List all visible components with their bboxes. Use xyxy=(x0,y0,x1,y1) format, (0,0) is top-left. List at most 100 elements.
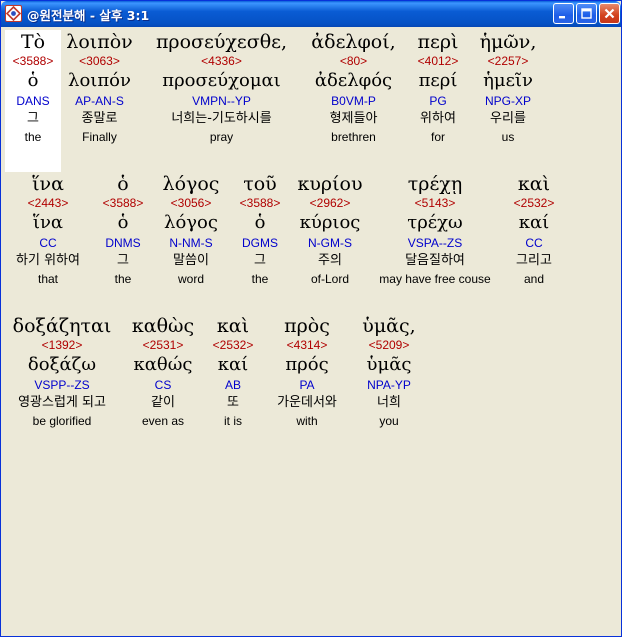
greek-word: καὶ xyxy=(216,315,250,337)
greek-lemma: ἵνα xyxy=(32,212,64,233)
strong-number: <5209> xyxy=(368,338,410,352)
korean-gloss: 영광스럽게 되고 xyxy=(18,395,106,410)
word-column[interactable]: ἵνα <2443> ἵνα CC 하기 위하여 that xyxy=(5,172,91,289)
greek-word: ἀδελφοί, xyxy=(311,31,396,53)
greek-word: κυρίου xyxy=(297,173,363,195)
word-column[interactable]: ὑμᾶς, <5209> ὑμᾶς NPA-YP 너희 you xyxy=(354,314,424,431)
word-column[interactable]: λόγος <3056> λόγος N-NM-S 말씀이 word xyxy=(157,172,225,289)
interlinear-panel: Τὸ <3588> ὁ DANS 그 the λοιπὸν <3063> λοι… xyxy=(4,30,618,634)
english-gloss: be glorified xyxy=(32,414,92,428)
parsing-code: VMPN--YP xyxy=(192,94,251,108)
greek-lemma: καθώς xyxy=(133,354,193,375)
greek-lemma: περί xyxy=(418,70,458,91)
close-button[interactable] xyxy=(599,3,620,24)
word-column[interactable]: τρέχῃ <5143> τρέχω VSPA--ZS 달음질하여 may ha… xyxy=(374,172,496,289)
greek-word: τοῦ xyxy=(243,173,277,195)
strong-number: <4336> xyxy=(201,54,242,68)
word-column[interactable]: κυρίου <2962> κύριος N-GM-S 주의 of-Lord xyxy=(291,172,369,289)
parsing-code: CC xyxy=(39,236,57,250)
greek-word: καὶ xyxy=(517,173,551,195)
strong-number: <4012> xyxy=(417,54,459,68)
greek-word: προσεύχεσθε, xyxy=(155,31,288,53)
parsing-code: B0VM-P xyxy=(331,94,376,108)
word-column[interactable]: τοῦ <3588> ὁ DGMS 그 the xyxy=(232,172,288,289)
word-column[interactable]: ἡμῶν, <2257> ἡμεῖν NPG-XP 우리를 us xyxy=(472,30,544,147)
maximize-icon xyxy=(581,8,592,19)
word-column[interactable]: πρὸς <4314> πρός PA 가운데서와 with xyxy=(266,314,348,431)
strong-number: <2531> xyxy=(142,338,184,352)
word-column[interactable]: λοιπὸν <3063> λοιπόν AP-AN-S 종말로 Finally xyxy=(61,30,138,147)
greek-lemma: ὁ xyxy=(254,212,266,233)
greek-word: περὶ xyxy=(417,31,459,53)
greek-lemma: ἡμεῖν xyxy=(483,70,533,91)
greek-word: πρὸς xyxy=(284,315,330,337)
greek-lemma: καί xyxy=(217,354,249,375)
korean-gloss: 너희는-기도하시를 xyxy=(171,111,272,126)
strong-number: <2962> xyxy=(309,196,351,210)
korean-gloss: 그리고 xyxy=(516,253,552,268)
word-column[interactable]: καὶ <2532> καί AB 또 it is xyxy=(207,314,259,431)
greek-word: τρέχῃ xyxy=(407,173,463,195)
title-bar[interactable]: @원전분해 - 살후 3:1 xyxy=(1,1,621,27)
strong-number: <3063> xyxy=(79,54,120,68)
korean-gloss: 또 xyxy=(227,395,239,410)
close-icon xyxy=(604,8,615,19)
greek-word: Τὸ xyxy=(20,31,46,53)
korean-gloss: 같이 xyxy=(151,395,175,410)
parsing-code: CC xyxy=(525,236,543,250)
greek-lemma: προσεύχομαι xyxy=(162,70,281,91)
parsing-code: VSPA--ZS xyxy=(407,236,463,250)
greek-lemma: καί xyxy=(518,212,550,233)
word-column[interactable]: περὶ <4012> περί PG 위하여 for xyxy=(407,30,469,147)
strong-number: <3588> xyxy=(239,196,281,210)
parsing-code: AB xyxy=(224,378,241,392)
word-column[interactable]: προσεύχεσθε, <4336> προσεύχομαι VMPN--YP… xyxy=(148,30,295,147)
strong-number: <4314> xyxy=(286,338,328,352)
minimize-button[interactable] xyxy=(553,3,574,24)
greek-word: ἵνα xyxy=(32,173,64,195)
strong-number: <2443> xyxy=(27,196,69,210)
english-gloss: and xyxy=(523,272,545,286)
word-column[interactable]: καθὼς <2531> καθώς CS 같이 even as xyxy=(128,314,198,431)
greek-lemma: λοιπόν xyxy=(68,70,131,91)
korean-gloss: 위하여 xyxy=(420,111,456,126)
word-column[interactable]: ἀδελφοί, <80> ἀδελφός B0VM-P 형제들아 brethr… xyxy=(304,30,403,147)
english-gloss: Finally xyxy=(82,130,117,144)
maximize-button[interactable] xyxy=(576,3,597,24)
greek-lemma: ὁ xyxy=(27,70,39,91)
strong-number: <3588> xyxy=(102,196,144,210)
english-gloss: us xyxy=(501,130,515,144)
greek-lemma: ἀδελφός xyxy=(314,70,393,91)
english-gloss: it is xyxy=(224,414,242,428)
parsing-code: N-GM-S xyxy=(308,236,352,250)
english-gloss: pray xyxy=(209,130,234,144)
window-title: @원전분해 - 살후 3:1 xyxy=(27,8,150,23)
english-gloss: word xyxy=(177,272,204,286)
parsing-code: NPG-XP xyxy=(484,94,531,108)
english-gloss: the xyxy=(114,272,132,286)
greek-word: δοξάζηται xyxy=(12,315,112,337)
parsing-code: DNMS xyxy=(105,236,141,250)
parsing-code: VSPP--ZS xyxy=(34,378,90,392)
english-gloss: that xyxy=(37,272,58,286)
parsing-code: DANS xyxy=(16,94,50,108)
english-gloss: brethren xyxy=(331,130,376,144)
korean-gloss: 그 xyxy=(254,253,266,268)
english-gloss: the xyxy=(24,130,42,144)
word-column[interactable]: καὶ <2532> καί CC 그리고 and xyxy=(503,172,565,289)
word-column[interactable]: Τὸ <3588> ὁ DANS 그 the xyxy=(5,30,61,172)
app-window: @원전분해 - 살후 3:1 Τὸ <3588> ὁ DANS 그 the λο… xyxy=(0,0,622,637)
strong-number: <2532> xyxy=(513,196,555,210)
word-column[interactable]: ὁ <3588> ὁ DNMS 그 the xyxy=(94,172,152,289)
app-icon[interactable] xyxy=(5,5,22,22)
parsing-code: AP-AN-S xyxy=(75,94,124,108)
parsing-code: PA xyxy=(299,378,315,392)
greek-lemma: κύριος xyxy=(299,212,361,233)
greek-word: ὑμᾶς, xyxy=(362,315,416,337)
greek-lemma: ὑμᾶς xyxy=(366,354,412,375)
korean-gloss: 달음질하여 xyxy=(405,253,465,268)
word-column[interactable]: δοξάζηται <1392> δοξάζω VSPP--ZS 영광스럽게 되… xyxy=(5,314,119,431)
english-gloss: of-Lord xyxy=(310,272,350,286)
parsing-code: NPA-YP xyxy=(367,378,411,392)
strong-number: <80> xyxy=(339,54,368,68)
